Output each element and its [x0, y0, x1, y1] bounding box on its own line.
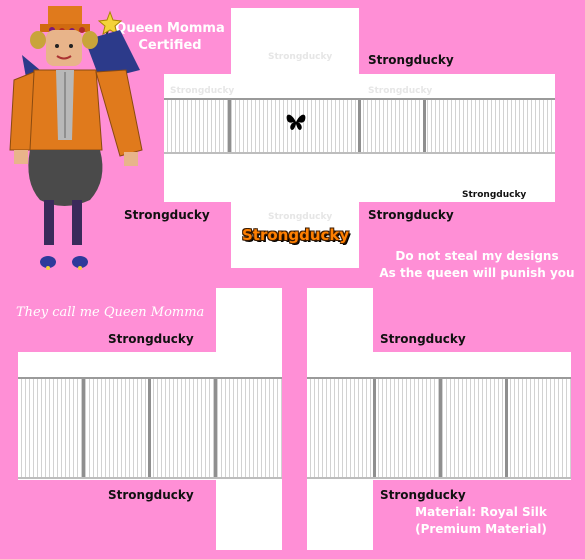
left-arm-fence [18, 377, 282, 479]
brand-label-right-arm-bottom: Strongducky [380, 488, 466, 502]
tagline: They call me Queen Momma [16, 305, 205, 320]
material-text: Material: Royal Silk (Premium Material) [396, 504, 566, 538]
warning-line2: As the queen will punish you [379, 266, 575, 280]
brand-label-right-arm-top: Strongducky [380, 332, 466, 346]
right-arm-top-panel [307, 288, 373, 352]
left-arm-bottom-panel [216, 480, 282, 550]
brand-label-torso-right: Strongducky [368, 208, 454, 222]
warning-text: Do not steal my designs As the queen wil… [372, 248, 582, 282]
material-line2: (Premium Material) [415, 522, 547, 536]
left-arm-top-panel [216, 288, 282, 352]
brand-label-small: Strongducky [462, 190, 527, 200]
queen-momma-avatar [9, 6, 143, 270]
watermark-top: Strongducky [268, 52, 333, 62]
torso-fence [164, 98, 555, 154]
watermark-right: Strongducky [368, 86, 433, 96]
brand-label-left-arm-bottom: Strongducky [108, 488, 194, 502]
right-arm-bottom-panel [307, 480, 373, 550]
strongducky-logo: Strongducky [242, 226, 350, 244]
butterfly-icon [286, 114, 306, 130]
right-arm-fence [307, 377, 571, 479]
watermark-bottom: Strongducky [268, 212, 333, 222]
material-line1: Material: Royal Silk [415, 505, 547, 519]
brand-label-left-arm-top: Strongducky [108, 332, 194, 346]
watermark-left: Strongducky [170, 86, 235, 96]
warning-line1: Do not steal my designs [395, 249, 559, 263]
torso-top-panel [231, 8, 359, 74]
brand-label-torso-right-top: Strongducky [368, 53, 454, 67]
